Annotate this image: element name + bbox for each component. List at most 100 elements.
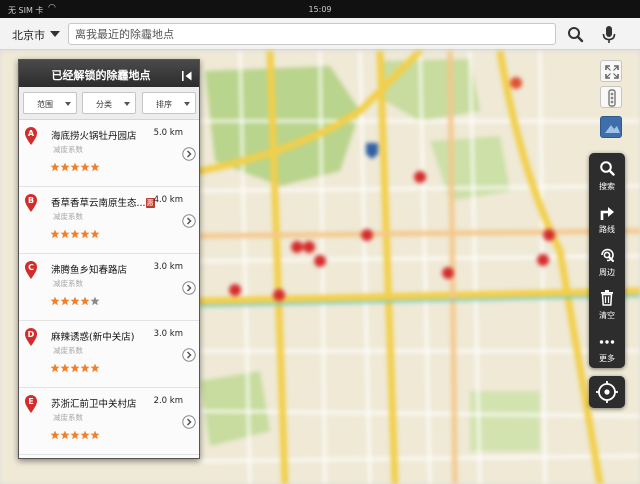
- collapse-panel-button[interactable]: [181, 67, 193, 81]
- filter-range-label: 范围: [37, 100, 53, 109]
- filter-sort-label: 排序: [156, 100, 172, 109]
- list-item[interactable]: A 海底捞火锅牡丹园店 5.0 km 减废系数: [19, 120, 199, 187]
- toolbar-route-button[interactable]: 路线: [589, 196, 625, 240]
- toolbar-nearby-button[interactable]: 周边: [589, 239, 625, 283]
- toolbar-more-label: 更多: [599, 354, 615, 363]
- star-filled-icon: [60, 363, 70, 373]
- place-name-text: 苏浙汇前卫中关村店: [51, 399, 137, 410]
- place-name-text: 麻辣诱惑(新中关店): [51, 332, 135, 343]
- place-name-text: 沸腾鱼乡知春路店: [51, 265, 128, 276]
- expand-icon: [605, 65, 619, 79]
- marker-letter: E: [28, 397, 33, 406]
- place-distance: 2.0 km: [153, 396, 183, 406]
- traffic-light-icon: [608, 89, 616, 107]
- star-filled-icon: [50, 296, 60, 306]
- star-filled-icon: [80, 430, 90, 440]
- star-filled-icon: [80, 229, 90, 239]
- results-panel: 已经解锁的除霾地点 范围 分类 排序 A 海底捞火锅牡丹园店 5.0 km 减废系数 B…: [18, 59, 200, 459]
- star-filled-icon: [80, 296, 90, 306]
- panel-header: 已经解锁的除霾地点: [19, 60, 199, 87]
- list-item[interactable]: B 香草香草云南原生态...惠 4.0 km 减废系数: [19, 187, 199, 254]
- place-distance: 4.0 km: [153, 195, 183, 205]
- chevron-right-icon[interactable]: [182, 415, 196, 429]
- search-button[interactable]: [564, 23, 586, 45]
- star-filled-icon: [50, 363, 60, 373]
- map-marker-icon: E: [25, 395, 37, 413]
- filter-range-dropdown[interactable]: 范围: [23, 92, 77, 114]
- list-item[interactable]: C 沸腾鱼乡知春路店 3.0 km 减废系数: [19, 254, 199, 321]
- place-distance: 3.0 km: [153, 262, 183, 272]
- collapse-icon: [182, 71, 192, 81]
- map-marker-icon: C: [25, 261, 37, 279]
- chevron-down-icon: [184, 102, 190, 106]
- place-subtitle: 减废系数: [53, 145, 83, 154]
- marker-letter: A: [28, 129, 35, 138]
- star-filled-icon: [70, 162, 80, 172]
- search-icon: [568, 27, 584, 43]
- place-subtitle: 减废系数: [53, 413, 83, 422]
- map-marker-icon: D: [25, 328, 37, 346]
- microphone-icon: [602, 26, 616, 43]
- place-subtitle: 减废系数: [53, 212, 83, 221]
- city-selector[interactable]: 北京市: [12, 27, 45, 43]
- marker-letter: C: [28, 263, 34, 272]
- place-name: 海底捞火锅牡丹园店: [51, 128, 137, 142]
- place-subtitle: 减废系数: [53, 346, 83, 355]
- map-toolbar: 搜索 路线 周边 清空 更多: [589, 153, 625, 368]
- filter-bar: 范围 分类 排序: [19, 87, 199, 120]
- star-rating: [50, 425, 100, 440]
- voice-button[interactable]: [598, 23, 620, 45]
- map-marker-icon: A: [25, 127, 37, 145]
- place-name: 苏浙汇前卫中关村店: [51, 396, 137, 410]
- toolbar-search-button[interactable]: 搜索: [589, 153, 625, 197]
- star-rating: [50, 291, 100, 306]
- chevron-down-icon: [124, 102, 130, 106]
- star-filled-icon: [90, 430, 100, 440]
- list-item[interactable]: D 麻辣诱惑(新中关店) 3.0 km 减废系数: [19, 321, 199, 388]
- results-list: A 海底捞火锅牡丹园店 5.0 km 减废系数 B 香草香草云南原生态...惠 4.0 km…: [19, 120, 199, 458]
- star-filled-icon: [60, 162, 70, 172]
- star-filled-icon: [60, 229, 70, 239]
- route-icon: [600, 207, 614, 220]
- satellite-icon: [605, 125, 620, 133]
- toolbar-route-label: 路线: [599, 225, 615, 234]
- chevron-right-icon[interactable]: [182, 348, 196, 362]
- star-empty-icon: [90, 296, 100, 306]
- toolbar-clear-label: 清空: [599, 311, 615, 320]
- star-rating: [50, 157, 100, 172]
- star-filled-icon: [90, 363, 100, 373]
- place-distance: 3.0 km: [153, 329, 183, 339]
- marker-letter: B: [28, 196, 34, 205]
- city-dropdown-icon[interactable]: [50, 31, 60, 37]
- chevron-right-icon[interactable]: [182, 214, 196, 228]
- status-bar: 无 SIM 卡 ◠ 15:09: [0, 0, 640, 18]
- star-rating: [50, 224, 100, 239]
- filter-sort-dropdown[interactable]: 排序: [142, 92, 196, 114]
- status-clock: 15:09: [308, 5, 332, 14]
- place-name-text: 香草香草云南原生态...: [51, 198, 146, 209]
- chevron-right-icon[interactable]: [182, 281, 196, 295]
- chevron-right-icon[interactable]: [182, 147, 196, 161]
- filter-category-dropdown[interactable]: 分类: [82, 92, 136, 114]
- star-filled-icon: [90, 229, 100, 239]
- locate-me-button[interactable]: [589, 376, 625, 408]
- star-filled-icon: [50, 229, 60, 239]
- place-name: 香草香草云南原生态...惠: [51, 195, 155, 209]
- place-name-text: 海底捞火锅牡丹园店: [51, 131, 137, 142]
- star-filled-icon: [50, 162, 60, 172]
- toolbar-more-button[interactable]: 更多: [589, 325, 625, 369]
- star-filled-icon: [70, 296, 80, 306]
- star-filled-icon: [70, 229, 80, 239]
- satellite-layer-button[interactable]: [600, 116, 622, 138]
- search-icon: [600, 161, 615, 176]
- marker-letter: D: [28, 330, 35, 339]
- search-input[interactable]: [68, 23, 556, 45]
- list-item[interactable]: E 苏浙汇前卫中关村店 2.0 km 减废系数: [19, 388, 199, 455]
- fullscreen-button[interactable]: [600, 60, 622, 82]
- star-rating: [50, 358, 100, 373]
- toolbar-clear-button[interactable]: 清空: [589, 282, 625, 326]
- star-filled-icon: [50, 430, 60, 440]
- traffic-button[interactable]: [600, 86, 622, 108]
- trash-icon: [601, 290, 613, 306]
- star-filled-icon: [70, 363, 80, 373]
